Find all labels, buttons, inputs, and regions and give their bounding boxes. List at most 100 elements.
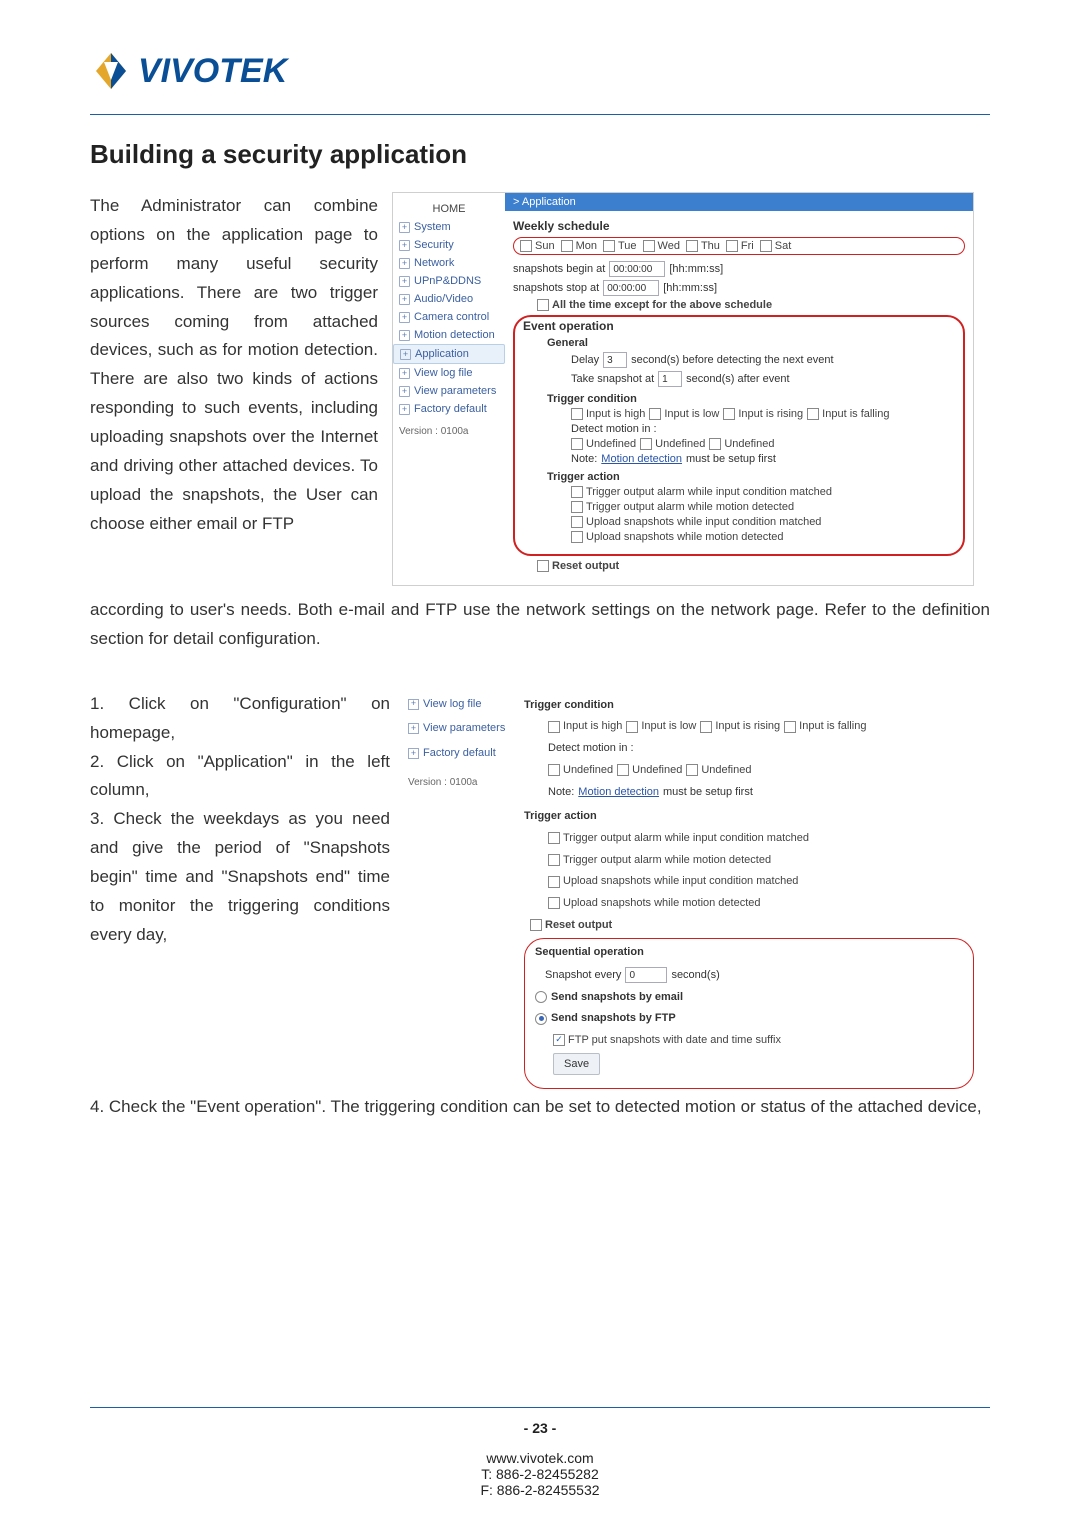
- ta-opt-checkbox[interactable]: Upload snapshots while motion detected: [571, 531, 784, 543]
- begin-input[interactable]: 00:00:00: [609, 261, 665, 277]
- step-3: 3. Check the weekdays as you need and gi…: [90, 805, 390, 949]
- s2-ta-opt-checkbox[interactable]: Upload snapshots while motion detected: [548, 894, 761, 913]
- expand-icon[interactable]: +: [400, 349, 411, 360]
- sidebar-item-application[interactable]: +Application: [393, 344, 505, 364]
- undefined-checkbox[interactable]: Undefined: [571, 438, 636, 450]
- s2-ta-title: Trigger action: [524, 807, 974, 826]
- s2-undefined-checkbox[interactable]: Undefined: [617, 761, 682, 780]
- s2-ta-opt-checkbox[interactable]: Trigger output alarm while input conditi…: [548, 829, 809, 848]
- tc-opt-checkbox[interactable]: Input is low: [649, 408, 719, 420]
- expand-icon[interactable]: +: [399, 276, 410, 287]
- ftp-suffix-checkbox[interactable]: FTP put snapshots with date and time suf…: [553, 1031, 781, 1050]
- sidebar-item-security[interactable]: +Security: [393, 236, 505, 254]
- expand-icon[interactable]: +: [399, 312, 410, 323]
- expand-icon[interactable]: +: [399, 368, 410, 379]
- s2-undefined-checkbox[interactable]: Undefined: [686, 761, 751, 780]
- s2-tc-opt-checkbox[interactable]: Input is high: [548, 717, 622, 736]
- s2-note-pre: Note:: [548, 783, 574, 802]
- page-title: Building a security application: [90, 139, 990, 170]
- s2-tc-opt-checkbox[interactable]: Input is low: [626, 717, 696, 736]
- ta-opt-checkbox[interactable]: Upload snapshots while input condition m…: [571, 516, 821, 528]
- step-1: 1. Click on "Configuration" on homepage,: [90, 690, 390, 748]
- expand-icon[interactable]: +: [399, 330, 410, 341]
- tc-opt-checkbox[interactable]: Input is rising: [723, 408, 803, 420]
- day-fri-checkbox[interactable]: Fri: [726, 240, 754, 252]
- sidebar-item-factory-default[interactable]: +Factory default: [404, 741, 524, 766]
- begin-hint: [hh:mm:ss]: [669, 263, 723, 275]
- sidebar-item-upnp-ddns[interactable]: +UPnP&DDNS: [393, 272, 505, 290]
- nav-home[interactable]: HOME: [393, 197, 505, 218]
- shot1-titlebar: > Application: [505, 193, 973, 211]
- seq-input[interactable]: 0: [625, 967, 667, 983]
- s2-motion-detection-link[interactable]: Motion detection: [578, 783, 659, 802]
- expand-icon[interactable]: +: [399, 258, 410, 269]
- reset-output-checkbox[interactable]: Reset output: [537, 560, 619, 572]
- tc-opt-checkbox[interactable]: Input is high: [571, 408, 645, 420]
- expand-icon[interactable]: +: [408, 748, 419, 759]
- sidebar-item-audio-video[interactable]: +Audio/Video: [393, 290, 505, 308]
- day-wed-checkbox[interactable]: Wed: [643, 240, 680, 252]
- day-thu-checkbox[interactable]: Thu: [686, 240, 720, 252]
- brand-logo: VIVOTEK: [90, 50, 990, 92]
- intro-paragraph-continued: according to user's needs. Both e-mail a…: [90, 596, 990, 654]
- sidebar-item-factory-default[interactable]: +Factory default: [393, 400, 505, 418]
- save-button[interactable]: Save: [553, 1053, 600, 1076]
- sidebar-item-motion-detection[interactable]: +Motion detection: [393, 326, 505, 344]
- sidebar-item-camera-control[interactable]: +Camera control: [393, 308, 505, 326]
- version-label-2: Version : 0100a: [404, 766, 524, 799]
- send-email-radio[interactable]: Send snapshots by email: [535, 988, 683, 1007]
- s2-tc-opt-checkbox[interactable]: Input is falling: [784, 717, 866, 736]
- s2-ta-opt-checkbox[interactable]: Upload snapshots while input condition m…: [548, 872, 798, 891]
- intro-paragraph-left: The Administrator can combine options on…: [90, 192, 378, 586]
- seq-suffix: second(s): [671, 966, 719, 985]
- weekly-title: Weekly schedule: [513, 219, 965, 233]
- s2-reset-output-checkbox[interactable]: Reset output: [530, 916, 612, 935]
- expand-icon[interactable]: +: [399, 404, 410, 415]
- stop-label: snapshots stop at: [513, 282, 599, 294]
- day-sat-checkbox[interactable]: Sat: [760, 240, 792, 252]
- s2-detect-motion-in: Detect motion in :: [548, 739, 974, 758]
- day-sun-checkbox[interactable]: Sun: [520, 240, 555, 252]
- general-title: General: [547, 337, 588, 349]
- expand-icon[interactable]: +: [399, 222, 410, 233]
- screenshot-weekly-schedule: HOME +System+Security+Network+UPnP&DDNS+…: [392, 192, 974, 586]
- day-mon-checkbox[interactable]: Mon: [561, 240, 597, 252]
- motion-detection-link[interactable]: Motion detection: [601, 453, 682, 465]
- day-tue-checkbox[interactable]: Tue: [603, 240, 637, 252]
- s2-ta-opt-checkbox[interactable]: Trigger output alarm while motion detect…: [548, 851, 771, 870]
- all-time-checkbox[interactable]: All the time except for the above schedu…: [537, 299, 772, 311]
- undefined-checkbox[interactable]: Undefined: [640, 438, 705, 450]
- weekly-days-oval: Sun Mon Tue Wed Thu Fri Sat: [513, 237, 965, 255]
- shot1-sidebar: HOME +System+Security+Network+UPnP&DDNS+…: [393, 193, 505, 585]
- snap-input[interactable]: 1: [658, 371, 682, 387]
- trigger-condition-title: Trigger condition: [547, 393, 955, 405]
- send-ftp-radio[interactable]: Send snapshots by FTP: [535, 1009, 676, 1028]
- expand-icon[interactable]: +: [399, 386, 410, 397]
- sidebar-item-view-parameters[interactable]: +View parameters: [393, 382, 505, 400]
- event-title: Event operation: [523, 319, 955, 333]
- undefined-checkbox[interactable]: Undefined: [709, 438, 774, 450]
- trigger-action-title: Trigger action: [547, 471, 955, 483]
- sidebar-item-view-log-file[interactable]: +View log file: [393, 364, 505, 382]
- s2-tc-opt-checkbox[interactable]: Input is rising: [700, 717, 780, 736]
- seq-label: Snapshot every: [545, 966, 621, 985]
- footer-fax: F: 886-2-82455532: [90, 1482, 990, 1498]
- expand-icon[interactable]: +: [399, 240, 410, 251]
- sidebar-item-view-parameters[interactable]: +View parameters: [404, 716, 524, 741]
- tc-opt-checkbox[interactable]: Input is falling: [807, 408, 889, 420]
- delay-input[interactable]: 3: [603, 352, 627, 368]
- ta-opt-checkbox[interactable]: Trigger output alarm while motion detect…: [571, 501, 794, 513]
- expand-icon[interactable]: +: [408, 699, 419, 710]
- expand-icon[interactable]: +: [399, 294, 410, 305]
- stop-input[interactable]: 00:00:00: [603, 280, 659, 296]
- ta-opt-checkbox[interactable]: Trigger output alarm while input conditi…: [571, 486, 832, 498]
- sidebar-item-network[interactable]: +Network: [393, 254, 505, 272]
- screenshot-sequential-operation: +View log file+View parameters+Factory d…: [404, 690, 974, 1090]
- sidebar-item-view-log-file[interactable]: +View log file: [404, 692, 524, 717]
- expand-icon[interactable]: +: [408, 723, 419, 734]
- sidebar-item-system[interactable]: +System: [393, 218, 505, 236]
- logo-mark-icon: [90, 50, 132, 92]
- s2-undefined-checkbox[interactable]: Undefined: [548, 761, 613, 780]
- detect-motion-in: Detect motion in :: [571, 423, 955, 435]
- version-label: Version : 0100a: [393, 418, 505, 445]
